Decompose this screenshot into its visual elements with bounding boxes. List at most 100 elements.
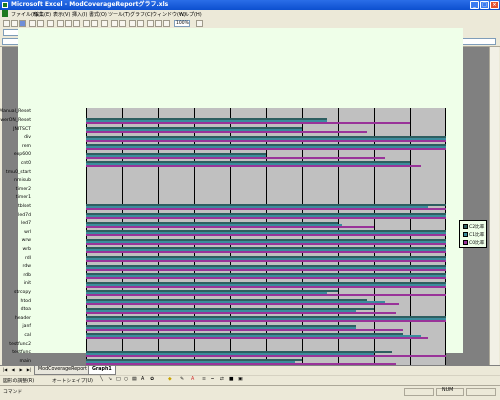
status-text: コマンド xyxy=(3,390,23,395)
excel-app-icon[interactable] xyxy=(2,2,8,8)
save-icon[interactable] xyxy=(19,20,26,27)
open-icon[interactable] xyxy=(11,20,18,27)
menu-view[interactable]: 表示(V) xyxy=(53,11,70,18)
menu-tools[interactable]: ツール(T) xyxy=(108,11,130,18)
chart-area[interactable]: C2比率C1比率C0比率 0102030405060708090100Manua… xyxy=(0,28,487,375)
font-color-draw-icon[interactable]: A xyxy=(191,377,194,382)
undo-icon[interactable] xyxy=(83,20,90,27)
category-label: htod xyxy=(20,298,31,304)
new-icon[interactable] xyxy=(3,20,10,27)
maximize-button[interactable]: □ xyxy=(480,1,489,9)
legend-swatch xyxy=(463,232,468,237)
bar[interactable] xyxy=(86,131,367,134)
close-button[interactable]: × xyxy=(490,1,499,9)
dash-style-icon[interactable]: ┅ xyxy=(211,377,214,382)
tab-modcoveragereport[interactable]: ModCoverageReport xyxy=(34,366,92,375)
shadow-icon[interactable]: ■ xyxy=(229,377,234,382)
category-label: tmu0_start xyxy=(5,169,31,175)
bar[interactable] xyxy=(86,217,446,220)
chart-wizard-icon[interactable] xyxy=(147,20,154,27)
clipart-icon[interactable]: ✿ xyxy=(150,377,154,382)
bar[interactable] xyxy=(86,234,446,237)
autoshape-menu-button[interactable]: オートシェイプ(U) xyxy=(52,377,93,384)
prev-sheet-icon[interactable]: ◀ xyxy=(10,367,16,373)
window-title: Microsoft Excel - ModCoverageReportグラフ.x… xyxy=(11,1,169,8)
menu-edit[interactable]: 編集(E) xyxy=(34,11,51,18)
bar[interactable] xyxy=(86,268,446,271)
oval-icon[interactable]: ○ xyxy=(124,377,128,382)
menu-chart[interactable]: グラフ(C) xyxy=(130,11,152,18)
bar[interactable] xyxy=(86,277,446,280)
wordart-icon[interactable]: A xyxy=(141,377,144,382)
bar[interactable] xyxy=(86,148,446,151)
bar[interactable] xyxy=(86,156,385,159)
arrow-style-icon[interactable]: ⇄ xyxy=(220,377,224,382)
category-label: cal xyxy=(24,332,31,338)
legend-item[interactable]: C2比率 xyxy=(463,224,484,230)
bar[interactable] xyxy=(86,225,374,228)
chart-legend[interactable]: C2比率 C1比率 C0比率 xyxy=(459,220,487,248)
fill-color-draw-icon[interactable]: ◆ xyxy=(168,377,172,382)
help-icon[interactable] xyxy=(196,20,203,27)
arrow-icon[interactable]: ↘ xyxy=(108,377,112,382)
rectangle-icon[interactable]: □ xyxy=(116,377,121,382)
legend-item[interactable]: C0比率 xyxy=(463,240,484,246)
first-sheet-icon[interactable]: |◀ xyxy=(2,367,8,373)
tab-graph1[interactable]: Graph1 xyxy=(88,366,116,375)
copy-icon[interactable] xyxy=(65,20,72,27)
autosum-icon[interactable] xyxy=(111,20,118,27)
bar[interactable] xyxy=(86,251,446,254)
spell-check-icon[interactable] xyxy=(47,20,54,27)
3d-icon[interactable]: ▣ xyxy=(238,377,243,382)
bar[interactable] xyxy=(86,294,446,297)
print-preview-icon[interactable] xyxy=(37,20,44,27)
vertical-scrollbar[interactable] xyxy=(489,47,499,365)
legend-item[interactable]: C1比率 xyxy=(463,232,484,238)
bar[interactable] xyxy=(86,139,446,142)
map-icon[interactable] xyxy=(155,20,162,27)
category-label: div xyxy=(24,135,31,141)
bar[interactable] xyxy=(86,328,403,331)
next-sheet-icon[interactable]: ▶ xyxy=(18,367,24,373)
bar[interactable] xyxy=(86,165,421,168)
title-bar: Microsoft Excel - ModCoverageReportグラフ.x… xyxy=(0,0,500,10)
menu-format[interactable]: 書式(O) xyxy=(89,11,107,18)
drawing-toolbar: 図形の調整(R) オートシェイプ(U) ╲ ↘ □ ○ ▤ A ✿ ◆ ✎ A … xyxy=(0,375,500,385)
legend-label: C2比率 xyxy=(469,225,485,230)
cut-icon[interactable] xyxy=(57,20,64,27)
menu-insert[interactable]: 挿入(I) xyxy=(72,11,87,18)
draw-menu-button[interactable]: 図形の調整(R) xyxy=(3,377,34,384)
bar[interactable] xyxy=(86,122,410,125)
category-label: timer2 xyxy=(15,186,31,192)
last-sheet-icon[interactable]: ▶| xyxy=(26,367,32,373)
bar[interactable] xyxy=(86,260,446,263)
minimize-button[interactable]: _ xyxy=(470,1,479,9)
bar[interactable] xyxy=(86,354,446,357)
bar[interactable] xyxy=(86,242,446,245)
bar[interactable] xyxy=(86,320,446,323)
sort-desc-icon[interactable] xyxy=(137,20,144,27)
bar[interactable] xyxy=(86,337,428,340)
bar[interactable] xyxy=(86,311,396,314)
sort-asc-icon[interactable] xyxy=(129,20,136,27)
textbox-icon[interactable]: ▤ xyxy=(132,377,137,382)
workbook-icon[interactable] xyxy=(2,10,8,17)
hyperlink-icon[interactable] xyxy=(101,20,108,27)
plot-area[interactable] xyxy=(86,108,446,366)
drawing-icon[interactable] xyxy=(163,20,170,27)
category-label: Manual_Reset xyxy=(0,109,31,115)
bar[interactable] xyxy=(86,285,446,288)
line-color-icon[interactable]: ✎ xyxy=(180,377,184,382)
redo-icon[interactable] xyxy=(91,20,98,27)
bar[interactable] xyxy=(86,208,446,211)
line-style-icon[interactable]: ≡ xyxy=(202,377,206,382)
print-icon[interactable] xyxy=(29,20,36,27)
category-label: wrw xyxy=(21,238,31,244)
line-icon[interactable]: ╲ xyxy=(100,377,103,382)
bar[interactable] xyxy=(86,303,400,306)
zoom-select[interactable]: 100% xyxy=(174,20,190,27)
paste-icon[interactable] xyxy=(73,20,80,27)
function-icon[interactable] xyxy=(119,20,126,27)
category-label: header xyxy=(14,315,31,321)
menu-help[interactable]: ヘルプ(H) xyxy=(179,11,202,18)
